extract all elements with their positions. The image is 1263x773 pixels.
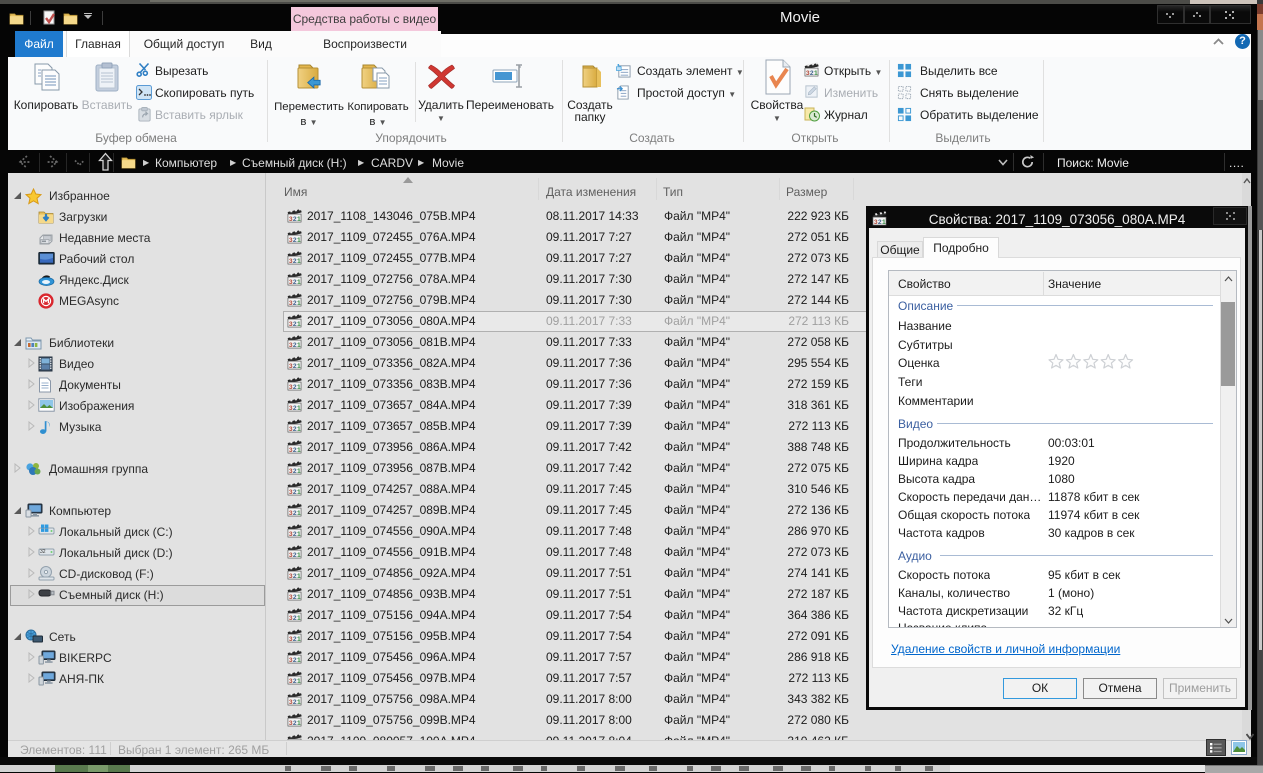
- svg-text:1: 1: [814, 70, 818, 77]
- svg-text:1: 1: [297, 237, 301, 244]
- svg-text:32: 32: [40, 549, 46, 555]
- svg-text:1: 1: [297, 426, 301, 433]
- svg-text:1: 1: [297, 615, 301, 622]
- svg-text:1: 1: [882, 219, 886, 226]
- svg-text:1: 1: [297, 321, 301, 328]
- svg-text:1: 1: [297, 300, 301, 307]
- svg-text:1: 1: [297, 636, 301, 643]
- svg-text:1: 1: [297, 447, 301, 454]
- svg-text:1: 1: [297, 699, 301, 706]
- svg-text:1: 1: [297, 468, 301, 475]
- svg-text:1: 1: [297, 531, 301, 538]
- svg-text:1: 1: [297, 258, 301, 265]
- svg-text:1: 1: [297, 720, 301, 727]
- svg-text:1: 1: [297, 216, 301, 223]
- svg-text:1: 1: [297, 342, 301, 349]
- svg-text:1: 1: [297, 489, 301, 496]
- svg-text:1: 1: [297, 678, 301, 685]
- svg-text:1: 1: [297, 657, 301, 664]
- svg-text:1: 1: [297, 573, 301, 580]
- svg-text:1: 1: [297, 552, 301, 559]
- svg-text:1: 1: [297, 384, 301, 391]
- svg-text:1: 1: [297, 510, 301, 517]
- svg-text:1: 1: [297, 594, 301, 601]
- svg-text:1: 1: [297, 363, 301, 370]
- svg-text:1: 1: [297, 279, 301, 286]
- svg-text:1: 1: [297, 405, 301, 412]
